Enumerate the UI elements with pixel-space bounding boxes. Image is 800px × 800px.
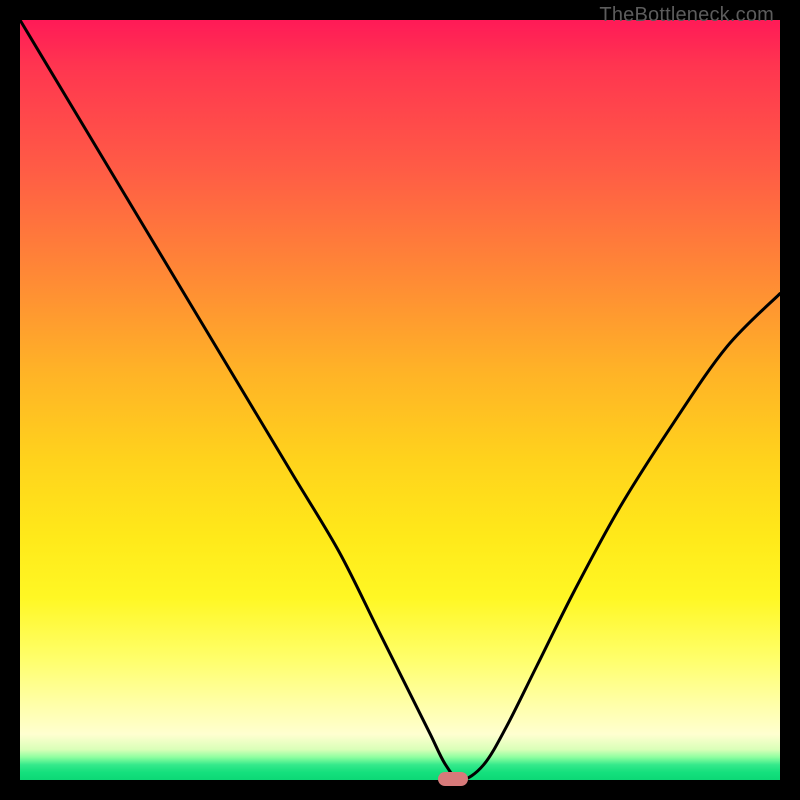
bottleneck-curve	[20, 20, 780, 780]
curve-path	[20, 20, 780, 780]
chart-frame: TheBottleneck.com	[0, 0, 800, 800]
plot-area	[20, 20, 780, 780]
optimal-marker	[438, 772, 468, 786]
watermark-text: TheBottleneck.com	[599, 4, 774, 27]
